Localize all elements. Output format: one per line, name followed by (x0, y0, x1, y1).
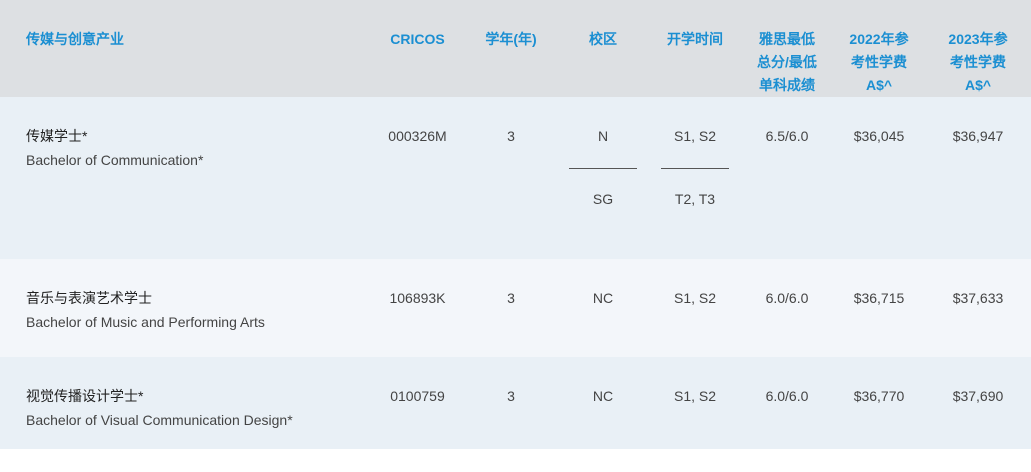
fee-2022-cell: $36,045 (833, 97, 925, 259)
header-program: 传媒与创意产业 (0, 0, 370, 97)
campus-cell: N SG (557, 97, 649, 259)
header-intake: 开学时间 (649, 0, 741, 97)
ielts-cell: 6.5/6.0 (741, 97, 833, 259)
years-cell: 3 (465, 259, 557, 357)
header-ielts: 雅思最低 总分/最低 单科成绩 (741, 0, 833, 97)
campus-cell: NC (557, 357, 649, 449)
program-name-en: Bachelor of Communication* (26, 152, 204, 168)
header-fee-2022: 2022年参 考性学费 A$^ (833, 0, 925, 97)
divider (661, 168, 729, 169)
cricos-cell: 000326M (370, 97, 465, 259)
fee-2023-cell: $37,690 (925, 357, 1031, 449)
program-name-en: Bachelor of Visual Communication Design* (26, 412, 293, 428)
header-fee-2023: 2023年参 考性学费 A$^ (925, 0, 1031, 97)
program-name-zh: 视觉传播设计学士* (26, 388, 144, 404)
intake-value: T2, T3 (674, 191, 716, 207)
table-row: 视觉传播设计学士* Bachelor of Visual Communicati… (0, 357, 1031, 449)
program-name-cell: 传媒学士* Bachelor of Communication* (0, 97, 370, 259)
program-name-cell: 音乐与表演艺术学士 Bachelor of Music and Performi… (0, 259, 370, 357)
table-header-row: 传媒与创意产业 CRICOS 学年(年) 校区 开学时间 雅思最低 总分/最低 … (0, 0, 1031, 97)
years-cell: 3 (465, 357, 557, 449)
program-name-zh: 音乐与表演艺术学士 (26, 290, 152, 306)
ielts-cell: 6.0/6.0 (741, 259, 833, 357)
intake-value: S1, S2 (673, 128, 717, 144)
fee-2023-cell: $37,633 (925, 259, 1031, 357)
fee-2022-cell: $36,715 (833, 259, 925, 357)
fee-2022-cell: $36,770 (833, 357, 925, 449)
cricos-cell: 0100759 (370, 357, 465, 449)
table-row: 音乐与表演艺术学士 Bachelor of Music and Performi… (0, 259, 1031, 357)
campus-value: SG (592, 191, 614, 207)
header-campus: 校区 (557, 0, 649, 97)
program-name-cell: 视觉传播设计学士* Bachelor of Visual Communicati… (0, 357, 370, 449)
cricos-cell: 106893K (370, 259, 465, 357)
header-years: 学年(年) (465, 0, 557, 97)
campus-value: N (597, 128, 609, 144)
header-cricos: CRICOS (370, 0, 465, 97)
fee-2023-cell: $36,947 (925, 97, 1031, 259)
program-name-en: Bachelor of Music and Performing Arts (26, 314, 265, 330)
programs-table: 传媒与创意产业 CRICOS 学年(年) 校区 开学时间 雅思最低 总分/最低 … (0, 0, 1031, 449)
intake-cell: S1, S2 (649, 259, 741, 357)
table-row: 传媒学士* Bachelor of Communication* 000326M… (0, 97, 1031, 259)
divider (569, 168, 637, 169)
intake-cell: S1, S2 T2, T3 (649, 97, 741, 259)
ielts-cell: 6.0/6.0 (741, 357, 833, 449)
program-name-zh: 传媒学士* (26, 128, 88, 144)
years-cell: 3 (465, 97, 557, 259)
intake-cell: S1, S2 (649, 357, 741, 449)
campus-cell: NC (557, 259, 649, 357)
